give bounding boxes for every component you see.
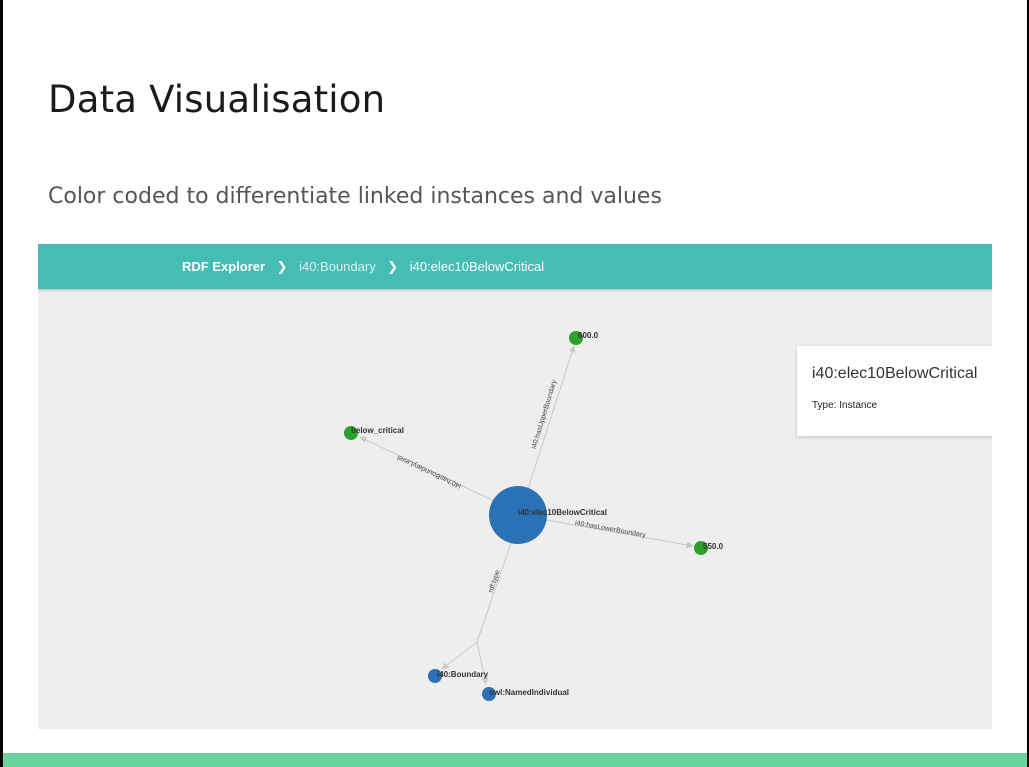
edge-label-has-boundary-level: i40:hasBoundaryLevel xyxy=(396,453,462,489)
rdf-explorer-screenshot: RDF Explorer ❯ i40:Boundary ❯ i40:elec10… xyxy=(38,244,992,729)
edge-label-has-lower-boundary: i40:hasLowerBoundary xyxy=(574,520,646,539)
slide-subtitle: Color coded to differentiate linked inst… xyxy=(48,184,662,209)
graph-canvas[interactable]: i40:hasUpperBoundary i40:hasBoundaryLeve… xyxy=(38,244,992,729)
node-details-title: i40:elec10BelowCritical xyxy=(812,365,978,382)
node-details-card: i40:elec10BelowCritical Type: Instance xyxy=(797,346,992,436)
node-label-level: below_critical xyxy=(351,426,404,435)
slide-title: Data Visualisation xyxy=(48,78,386,121)
edge-type-boundary xyxy=(441,641,478,670)
edge-label-has-upper-boundary: i40:hasUpperBoundary xyxy=(531,379,559,450)
node-label-named-individual: owl:NamedIndividual xyxy=(489,688,569,697)
node-label-center: i40:elec10BelowCritical xyxy=(518,508,607,517)
footer-bar xyxy=(3,753,1027,767)
node-details-type: Type: Instance xyxy=(812,400,878,411)
node-label-upper: 600.0 xyxy=(578,331,599,340)
edge-label-rdf-type: rdf:type xyxy=(487,569,501,593)
slide-frame-left xyxy=(0,0,3,767)
edge-has-upper-boundary xyxy=(527,345,576,490)
node-label-lower: 550.0 xyxy=(703,542,724,551)
node-label-boundary: i40:Boundary xyxy=(437,670,489,679)
